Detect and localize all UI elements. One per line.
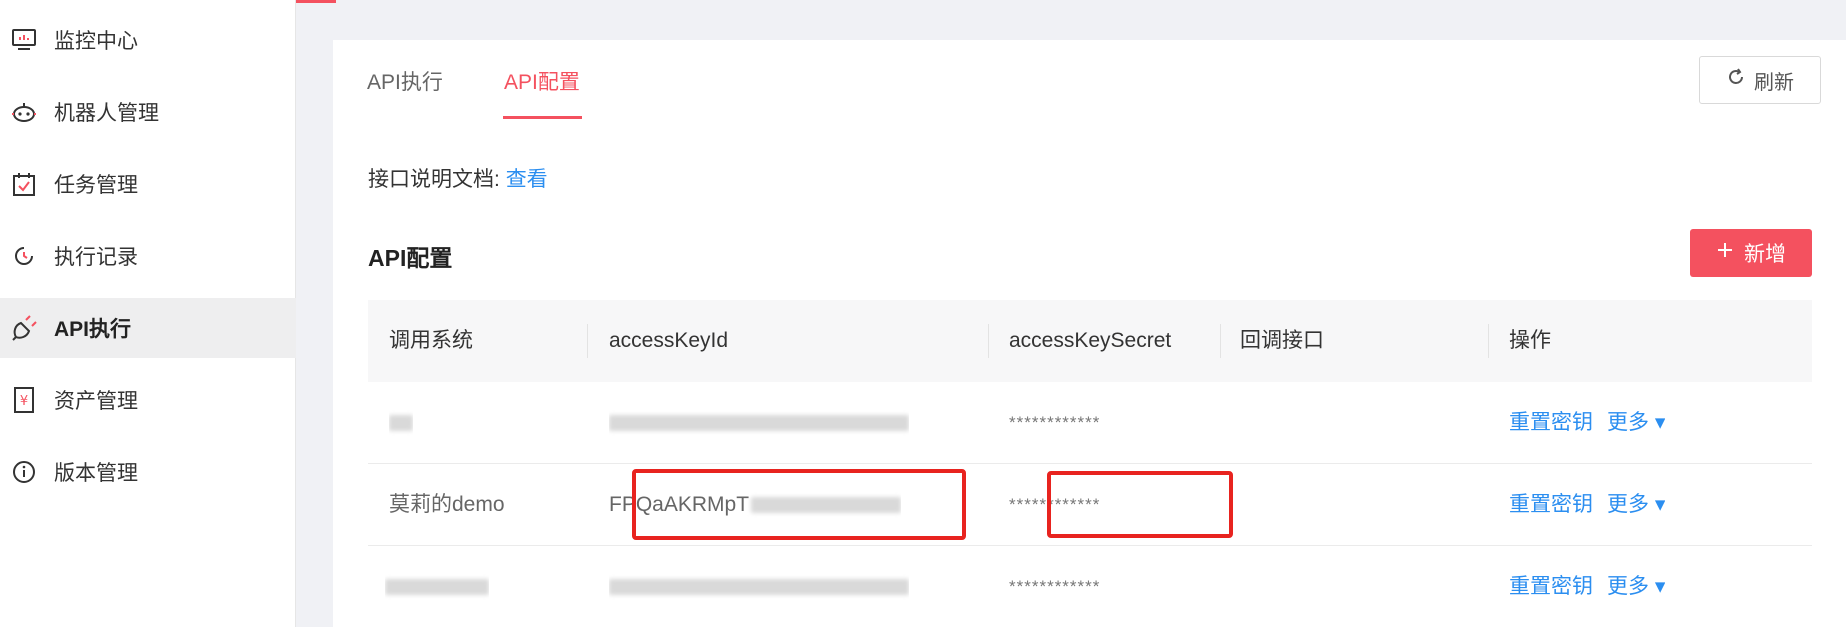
reset-key-link[interactable]: 重置密钥: [1509, 546, 1593, 627]
sidebar-item-robots[interactable]: 机器人管理: [0, 82, 296, 142]
sidebar-item-label: API执行: [54, 318, 132, 341]
header-divider: [587, 324, 588, 358]
svg-text:¥: ¥: [20, 394, 28, 409]
sidebar-item-label: 执行记录: [54, 246, 138, 269]
robot-icon: [11, 99, 37, 125]
redacted-text: [389, 415, 413, 432]
sidebar-item-label: 机器人管理: [54, 102, 159, 125]
yen-document-icon: ¥: [11, 387, 37, 413]
more-dropdown[interactable]: 更多 ▾: [1607, 546, 1665, 627]
tab-api-config[interactable]: API配置: [504, 66, 580, 96]
add-button[interactable]: 新增: [1690, 229, 1812, 277]
info-circle-icon: [11, 459, 37, 485]
header-system: 调用系统: [389, 329, 473, 352]
table-row: ************ 重置密钥 更多 ▾: [368, 382, 1812, 464]
tab-api-exec[interactable]: API执行: [367, 66, 443, 96]
more-dropdown[interactable]: 更多 ▾: [1607, 382, 1665, 464]
monitor-icon: [11, 27, 37, 53]
redacted-text: [609, 579, 909, 596]
cell-access-key-secret: ************: [1009, 413, 1101, 432]
header-callback: 回调接口: [1240, 329, 1324, 352]
header-divider: [1220, 324, 1221, 358]
main-card: API执行 API配置 刷新 接口说明文档: 查看 API配置 新增 调用系统 …: [333, 40, 1846, 627]
add-label: 新增: [1744, 243, 1786, 266]
header-actions: 操作: [1509, 329, 1551, 352]
cell-access-key-secret: ************: [1009, 577, 1101, 596]
refresh-button[interactable]: 刷新: [1699, 56, 1821, 104]
sidebar-item-label: 资产管理: [54, 390, 138, 413]
cell-system: 莫莉的demo: [389, 493, 505, 516]
sidebar-item-label: 监控中心: [54, 30, 138, 53]
sidebar-item-monitor[interactable]: 监控中心: [0, 10, 296, 70]
doc-view-link[interactable]: 查看: [506, 168, 548, 191]
header-access-key-id: accessKeyId: [609, 329, 729, 352]
reset-key-link[interactable]: 重置密钥: [1509, 382, 1593, 464]
sidebar-item-tasks[interactable]: 任务管理: [0, 154, 296, 214]
plus-icon: [1716, 241, 1734, 265]
redacted-text: [385, 579, 489, 596]
table-row: ************ 重置密钥 更多 ▾: [368, 546, 1812, 627]
calendar-check-icon: [11, 171, 37, 197]
sidebar: 监控中心 机器人管理 任务管理 执行记录 API执行 ¥ 资产管理 版本管理: [0, 0, 296, 627]
doc-label: 接口说明文档:: [368, 168, 500, 191]
more-dropdown[interactable]: 更多 ▾: [1607, 464, 1665, 546]
caret-down-icon: ▾: [1654, 493, 1666, 516]
refresh-label: 刷新: [1754, 71, 1794, 94]
sidebar-item-api-exec[interactable]: API执行: [0, 298, 296, 358]
header-divider: [1488, 324, 1489, 358]
sidebar-item-versions[interactable]: 版本管理: [0, 442, 296, 502]
sidebar-item-assets[interactable]: ¥ 资产管理: [0, 370, 296, 430]
header-access-key-secret: accessKeySecret: [1009, 329, 1172, 352]
sidebar-item-records[interactable]: 执行记录: [0, 226, 296, 286]
cell-access-key-id: [609, 382, 909, 464]
sidebar-item-label: 任务管理: [54, 174, 138, 197]
sidebar-item-label: 版本管理: [54, 462, 138, 485]
cell-system: [385, 546, 489, 627]
doc-line: 接口说明文档: 查看: [368, 163, 548, 193]
section-title: API配置: [368, 245, 453, 271]
cell-access-key-id: [609, 546, 909, 627]
cell-system: [389, 382, 413, 464]
clock-history-icon: [11, 243, 37, 269]
api-icon: [11, 315, 37, 341]
header-divider: [988, 324, 989, 358]
table-header: 调用系统 accessKeyId accessKeySecret 回调接口 操作: [368, 300, 1812, 382]
highlight-box-key-secret: [1047, 471, 1233, 538]
highlight-box-key-id: [632, 469, 966, 540]
caret-down-icon: ▾: [1654, 575, 1666, 598]
caret-down-icon: ▾: [1654, 411, 1666, 434]
refresh-icon: [1726, 67, 1746, 93]
redacted-text: [609, 415, 909, 432]
reset-key-link[interactable]: 重置密钥: [1509, 464, 1593, 546]
active-tab-indicator: [503, 116, 582, 119]
